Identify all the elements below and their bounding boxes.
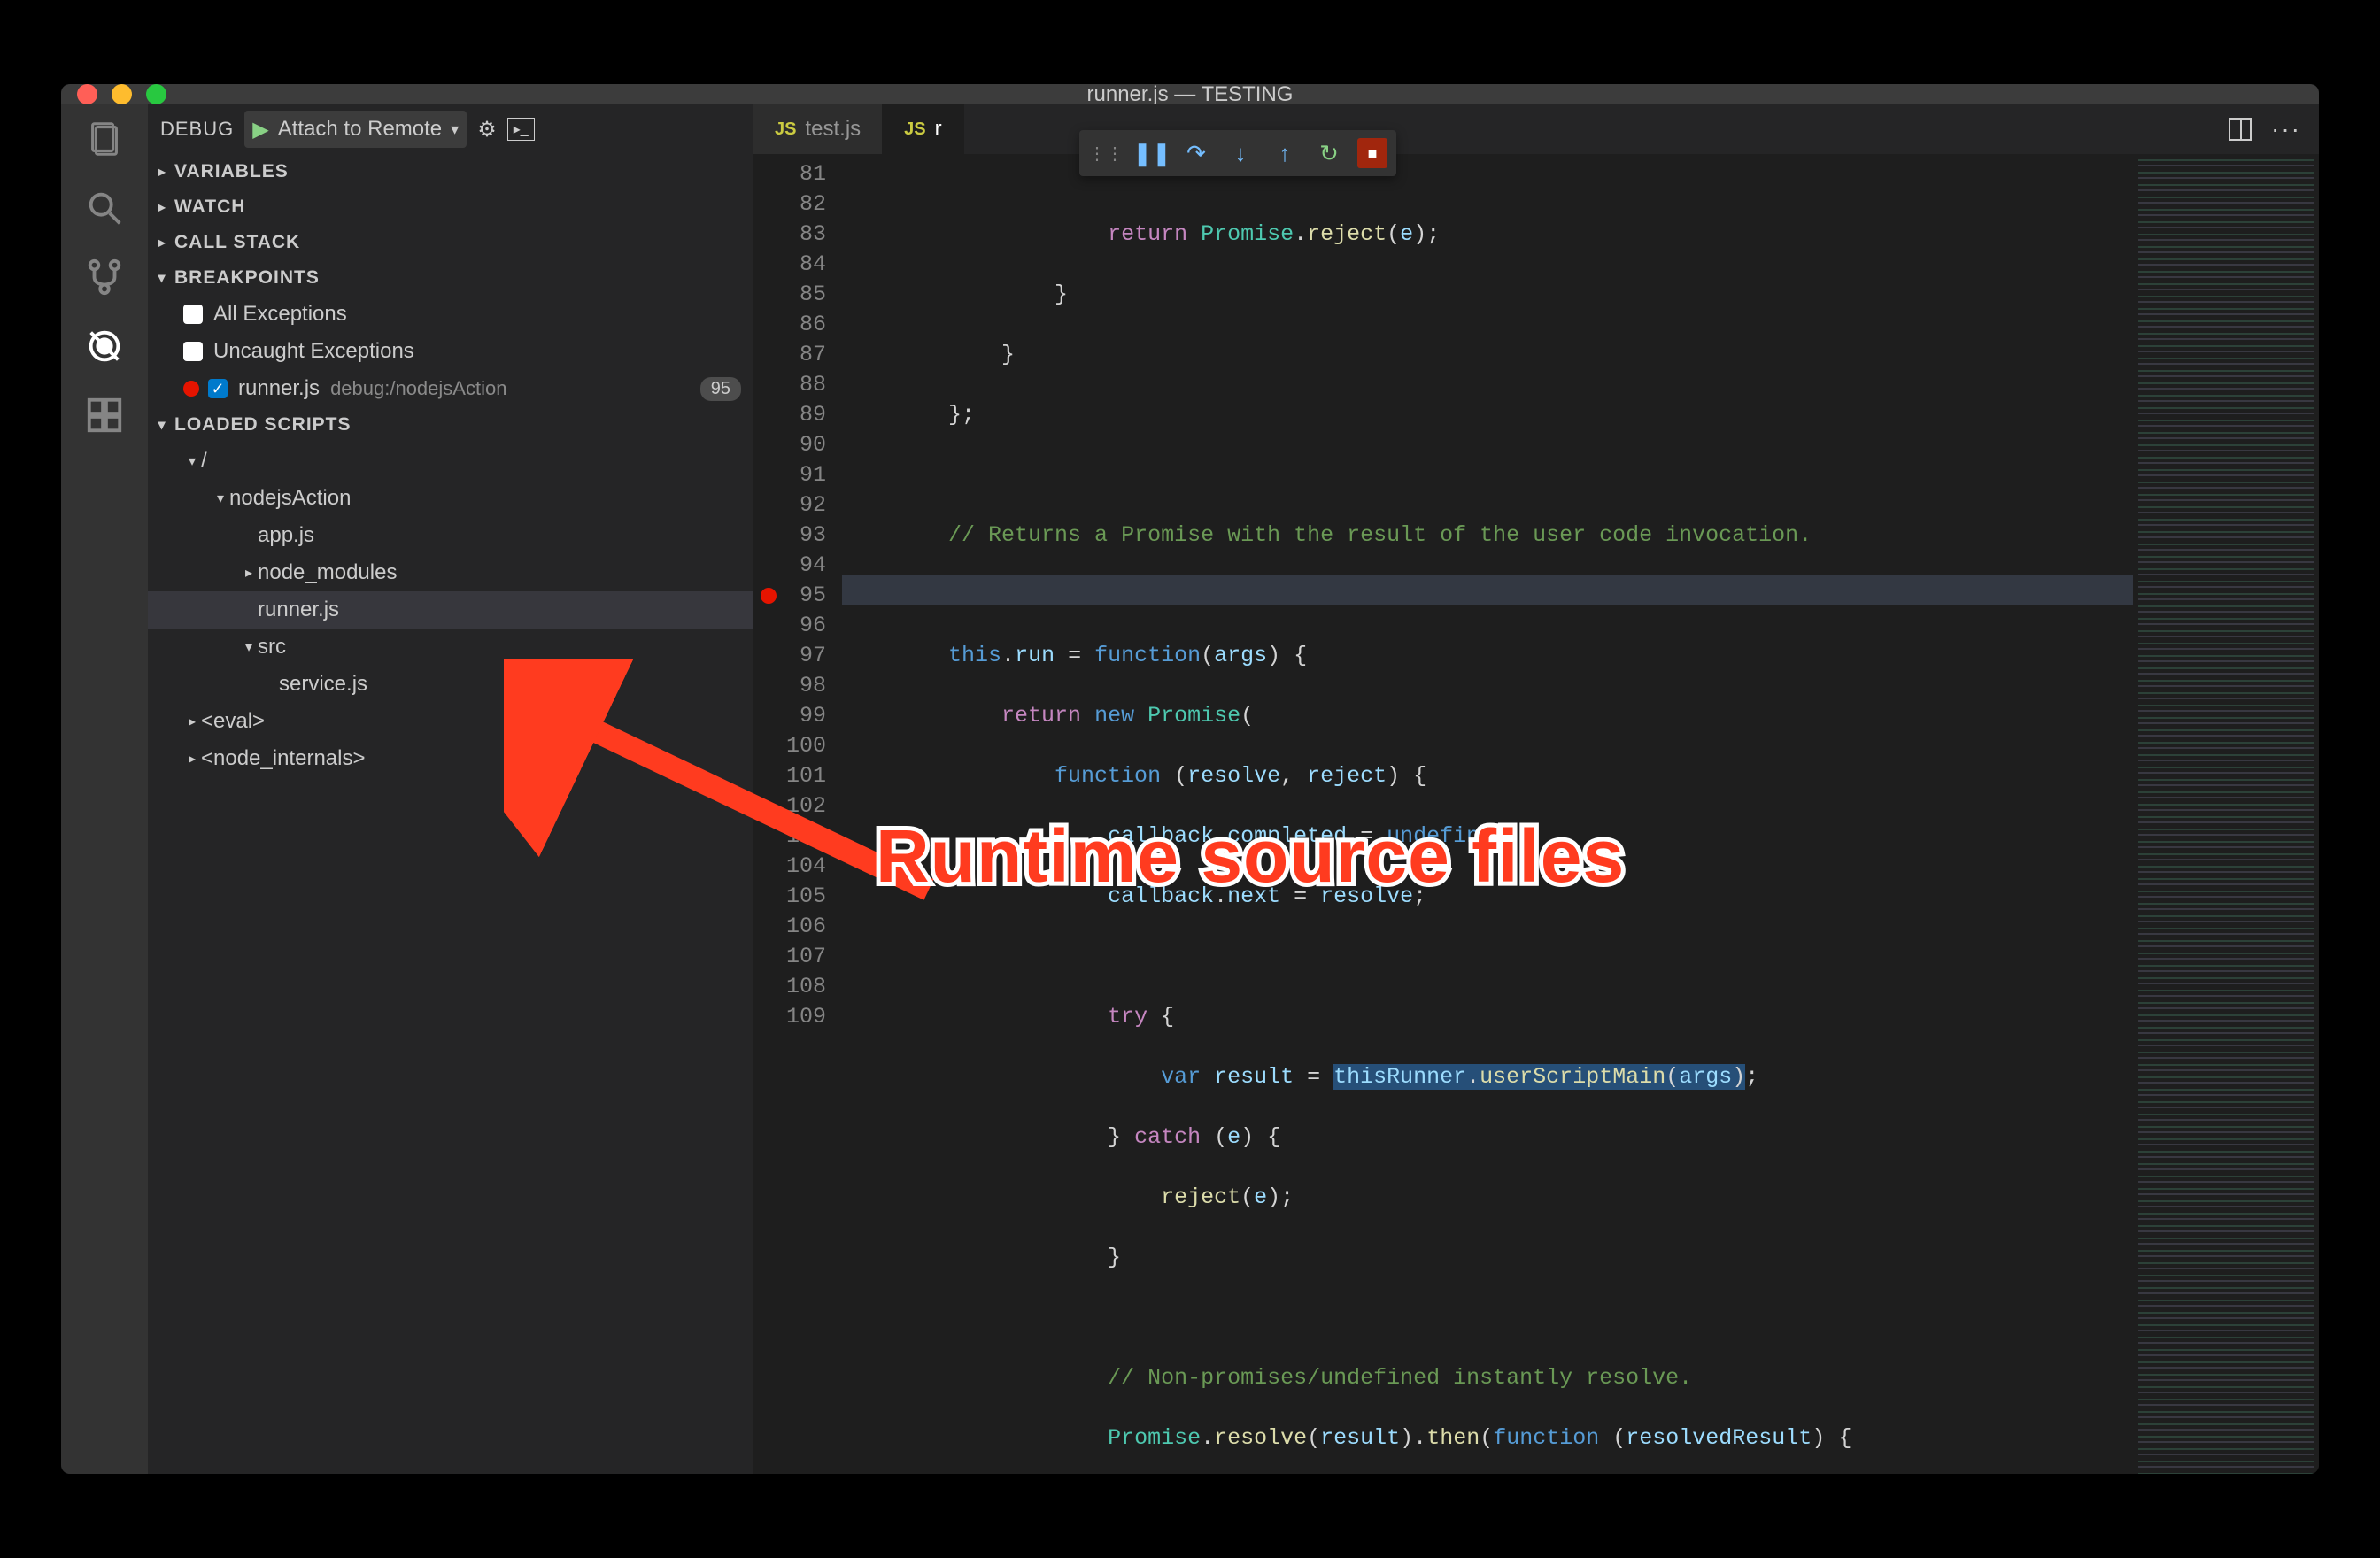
bp-all-exceptions[interactable]: All Exceptions — [148, 296, 753, 333]
debug-settings-gear-icon[interactable]: ⚙ — [477, 117, 497, 143]
line-badge: 95 — [700, 377, 741, 401]
bp-runner-js[interactable]: ✓ runner.js debug:/nodejsAction 95 — [148, 370, 753, 407]
chevron-down-icon: ▾ — [451, 120, 459, 139]
checkbox-unchecked-icon[interactable] — [183, 342, 203, 361]
workbench: DEBUG ▶ Attach to Remote ▾ ⚙ ▸_ ▸VARIABL… — [61, 104, 2319, 1474]
script-nodejsaction[interactable]: ▾nodejsAction — [148, 480, 753, 517]
checkbox-unchecked-icon[interactable] — [183, 305, 203, 324]
js-file-icon: JS — [904, 120, 925, 140]
split-editor-icon[interactable] — [2229, 118, 2252, 141]
debug-toolbar-row: DEBUG ▶ Attach to Remote ▾ ⚙ ▸_ — [148, 104, 753, 154]
debug-label: DEBUG — [160, 118, 234, 141]
annotation-label: Runtime source files — [876, 814, 1625, 899]
minimap[interactable] — [2133, 154, 2319, 1474]
activity-bar — [61, 104, 148, 1474]
breakpoint-dot-icon — [183, 381, 199, 397]
stop-icon[interactable]: ■ — [1357, 138, 1387, 168]
launch-config-name: Attach to Remote — [278, 117, 442, 142]
step-into-icon[interactable]: ↓ — [1225, 137, 1256, 169]
play-icon: ▶ — [252, 117, 268, 143]
extensions-icon[interactable] — [82, 393, 127, 437]
breakpoint-glyph-icon[interactable] — [761, 588, 777, 604]
debug-console-toggle-icon[interactable]: ▸_ — [507, 118, 535, 141]
watch-section[interactable]: ▸WATCH — [148, 189, 753, 225]
script-root[interactable]: ▾/ — [148, 443, 753, 480]
search-icon[interactable] — [82, 186, 127, 230]
restart-icon[interactable]: ↻ — [1313, 137, 1345, 169]
source-control-icon[interactable] — [82, 255, 127, 299]
launch-config-selector[interactable]: ▶ Attach to Remote ▾ — [244, 111, 467, 148]
variables-section[interactable]: ▸VARIABLES — [148, 154, 753, 189]
checkbox-checked-icon[interactable]: ✓ — [208, 379, 228, 398]
step-out-icon[interactable]: ↑ — [1269, 137, 1301, 169]
titlebar: runner.js — TESTING — [61, 84, 2319, 104]
loaded-scripts-section[interactable]: ▾LOADED SCRIPTS — [148, 407, 753, 443]
editor-group: JStest.js JSr ··· 8182838485868788899091… — [753, 104, 2319, 1474]
debug-floating-toolbar[interactable]: ⋮⋮ ❚❚ ↷ ↓ ↑ ↻ ■ — [1079, 130, 1396, 176]
bp-uncaught-exceptions[interactable]: Uncaught Exceptions — [148, 333, 753, 370]
step-over-icon[interactable]: ↷ — [1180, 137, 1212, 169]
js-file-icon: JS — [775, 120, 796, 140]
editor-tabs: JStest.js JSr ··· — [753, 104, 2319, 154]
debug-icon[interactable] — [82, 324, 127, 368]
vscode-window: runner.js — TESTING — [61, 84, 2319, 1474]
script-runner-js[interactable]: runner.js — [148, 591, 753, 629]
more-actions-icon[interactable]: ··· — [2271, 115, 2301, 143]
script-node-modules[interactable]: ▸node_modules — [148, 554, 753, 591]
drag-handle-icon[interactable]: ⋮⋮ — [1088, 143, 1124, 165]
window-title: runner.js — TESTING — [61, 84, 2319, 107]
pause-icon[interactable]: ❚❚ — [1136, 137, 1168, 169]
explorer-icon[interactable] — [82, 117, 127, 161]
callstack-section[interactable]: ▸CALL STACK — [148, 225, 753, 260]
script-app-js[interactable]: app.js — [148, 517, 753, 554]
breakpoints-section[interactable]: ▾BREAKPOINTS — [148, 260, 753, 296]
annotation-arrow — [504, 659, 964, 943]
tab-test-js[interactable]: JStest.js — [753, 104, 883, 154]
tab-runner-js[interactable]: JSr — [883, 104, 963, 154]
